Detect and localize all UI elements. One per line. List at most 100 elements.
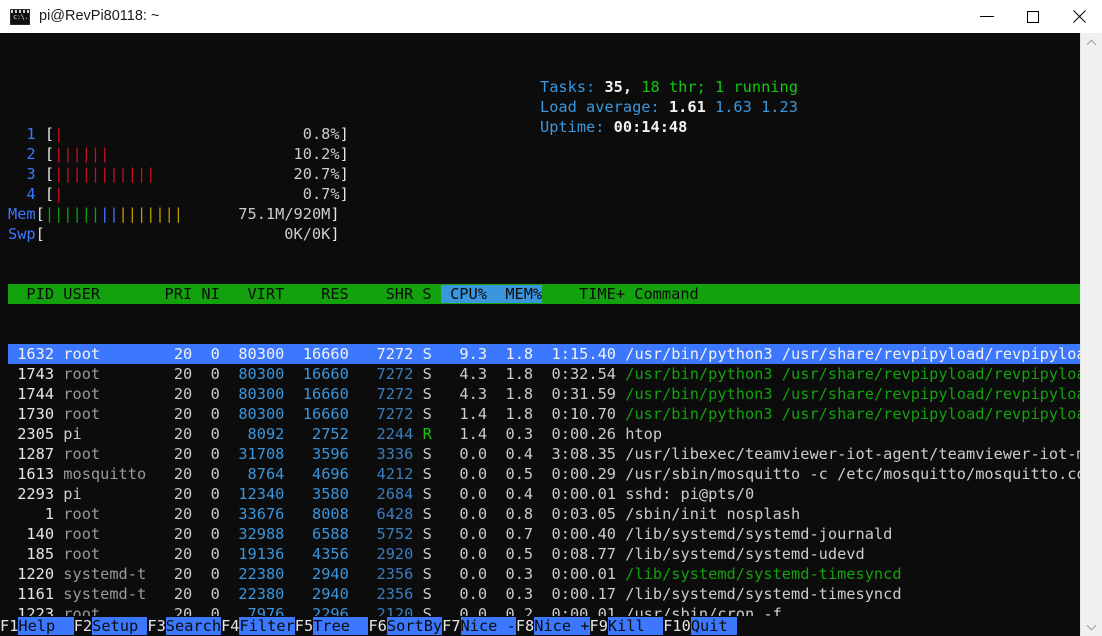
cell-cpu: 0.0 [441, 545, 488, 563]
fkey-f2-label[interactable]: Setup [92, 617, 148, 635]
cell-mem: 0.3 [496, 425, 534, 443]
cell-pid: 185 [8, 545, 55, 563]
cell-user: systemd-t [63, 585, 156, 603]
threads-count: 18 [632, 78, 660, 96]
table-row[interactable]: 185 root 20 0 19136 4356 2920 S 0.0 0.5 … [8, 544, 1080, 564]
cell-state: S [422, 445, 432, 463]
load-15min: 1.23 [751, 98, 798, 116]
minimize-button[interactable] [964, 0, 1010, 33]
cell-pid: 140 [8, 525, 55, 543]
memory-meter-value: 75.1M/920M [183, 205, 331, 223]
fkey-f8-key[interactable]: F8 [515, 617, 535, 635]
table-row[interactable]: 1613 mosquitto 20 0 8764 4696 4212 S 0.0… [8, 464, 1080, 484]
table-row[interactable]: 1 root 20 0 33676 8008 6428 S 0.0 0.8 0:… [8, 504, 1080, 524]
window-titlebar[interactable]: pi@RevPi80118: ~ [0, 0, 1102, 33]
table-row[interactable]: 140 root 20 0 32988 6588 5752 S 0.0 0.7 … [8, 524, 1080, 544]
chevron-down-icon[interactable] [1081, 616, 1102, 636]
fkey-f9-label[interactable]: Kill [607, 617, 664, 635]
process-table-header[interactable]: PID USER PRI NI VIRT RES SHR S CPU% MEM%… [8, 284, 1080, 304]
cell-state: S [422, 365, 432, 383]
cell-state: S [422, 345, 432, 363]
cell-virt: 19136 [229, 545, 285, 563]
cell-pri: 20 [164, 425, 193, 443]
fkey-f10-key[interactable]: F10 [663, 617, 691, 635]
fkey-f1-key[interactable]: F1 [0, 617, 19, 635]
cell-cpu: 9.3 [441, 345, 488, 363]
fkey-f4-key[interactable]: F4 [221, 617, 240, 635]
cell-shr: 2684 [358, 485, 414, 503]
fkey-f6-label[interactable]: SortBy [386, 617, 443, 635]
fkey-f7-label[interactable]: Nice - [460, 617, 516, 635]
running-label: running [724, 78, 798, 96]
process-table-body[interactable]: 1632 root 20 0 80300 16660 7272 S 9.3 1.… [8, 344, 1080, 636]
uptime-label: Uptime: [540, 118, 605, 136]
maximize-button[interactable] [1010, 0, 1056, 33]
cell-command: /usr/libexec/teamviewer-iot-agent/teamvi… [625, 445, 1080, 463]
cell-res: 16660 [293, 345, 349, 363]
cell-shr: 2244 [358, 425, 414, 443]
fkey-f5-key[interactable]: F5 [294, 617, 314, 635]
fkey-f8-label[interactable]: Nice + [534, 617, 590, 635]
cell-command: htop [625, 425, 663, 443]
cell-user: root [63, 345, 156, 363]
cell-time: 0:10.70 [542, 405, 617, 423]
table-row[interactable]: 2293 pi 20 0 12340 3580 2684 S 0.0 0.4 0… [8, 484, 1080, 504]
cell-cpu: 0.0 [441, 565, 488, 583]
fkey-f9-key[interactable]: F9 [589, 617, 608, 635]
cell-shr: 6428 [358, 505, 414, 523]
table-row[interactable]: 1632 root 20 0 80300 16660 7272 S 9.3 1.… [8, 344, 1080, 364]
cell-pid: 1730 [8, 405, 55, 423]
cpu-meter-label: 3 [26, 165, 36, 183]
cell-cpu: 4.3 [441, 365, 488, 383]
maximize-icon [1027, 10, 1039, 23]
fkey-f10-label[interactable]: Quit [690, 617, 737, 635]
fkey-f3-label[interactable]: Search [165, 617, 222, 635]
table-row[interactable]: 2305 pi 20 0 8092 2752 2244 R 1.4 0.3 0:… [8, 424, 1080, 444]
cell-pid: 1 [8, 505, 55, 523]
cell-ni: 0 [201, 525, 220, 543]
cell-state: S [422, 405, 432, 423]
htop-meters: 1 [| 0.8%] 2 [|||||| 10.2%] 3 [|||||||||… [8, 124, 1080, 244]
cell-state: S [422, 585, 432, 603]
cell-mem: 1.8 [496, 365, 534, 383]
table-row[interactable]: 1743 root 20 0 80300 16660 7272 S 4.3 1.… [8, 364, 1080, 384]
cell-time: 0:08.77 [542, 545, 617, 563]
table-row[interactable]: 1287 root 20 0 31708 3596 3336 S 0.0 0.4… [8, 444, 1080, 464]
meter-bar-segment: || [100, 205, 119, 223]
cell-pri: 20 [164, 505, 193, 523]
terminal-content[interactable]: 1 [| 0.8%] 2 [|||||| 10.2%] 3 [|||||||||… [0, 33, 1080, 636]
table-row[interactable]: 1744 root 20 0 80300 16660 7272 S 4.3 1.… [8, 384, 1080, 404]
table-row[interactable]: 1220 systemd-t 20 0 22380 2940 2356 S 0.… [8, 564, 1080, 584]
header-sort-column[interactable]: CPU% MEM% [440, 285, 543, 303]
cell-ni: 0 [201, 405, 220, 423]
scrollbar-thumb[interactable] [1081, 53, 1102, 613]
cell-command: /usr/bin/python3 /usr/share/revpipyload/… [625, 405, 1080, 423]
function-key-bar[interactable]: F1Help F2Setup F3SearchF4FilterF5Tree F6… [0, 616, 1080, 636]
fkey-f5-label[interactable]: Tree [313, 617, 369, 635]
fkey-f7-key[interactable]: F7 [442, 617, 461, 635]
close-button[interactable] [1056, 0, 1102, 33]
fkey-f3-key[interactable]: F3 [147, 617, 166, 635]
table-row[interactable]: 1161 systemd-t 20 0 22380 2940 2356 S 0.… [8, 584, 1080, 604]
window-scrollbar[interactable] [1080, 33, 1102, 636]
chevron-up-icon[interactable] [1081, 33, 1102, 53]
fkey-f4-label[interactable]: Filter [239, 617, 295, 635]
cell-mem: 0.3 [496, 565, 534, 583]
fkey-f6-key[interactable]: F6 [368, 617, 387, 635]
cell-res: 8008 [293, 505, 349, 523]
fkey-f1-label[interactable]: Help [18, 617, 74, 635]
cell-shr: 7272 [358, 345, 414, 363]
cell-command: /lib/systemd/systemd-journald [625, 525, 893, 543]
cell-user: root [63, 545, 156, 563]
cell-command: sshd: pi@pts/0 [625, 485, 755, 503]
table-header-row[interactable]: PID USER PRI NI VIRT RES SHR S CPU% MEM%… [8, 284, 1080, 304]
meter-bar-segment: |||||| [54, 145, 110, 163]
cell-command: /usr/bin/python3 /usr/share/revpipyload/… [625, 345, 1080, 363]
cell-ni: 0 [201, 585, 220, 603]
fkey-f2-key[interactable]: F2 [73, 617, 93, 635]
cpu-meter-value: 20.7% [155, 165, 340, 183]
table-row[interactable]: 1730 root 20 0 80300 16660 7272 S 1.4 1.… [8, 404, 1080, 424]
cpu-meter-value: 0.8% [63, 125, 340, 143]
cell-mem: 1.8 [496, 345, 534, 363]
cell-virt: 8092 [229, 425, 285, 443]
